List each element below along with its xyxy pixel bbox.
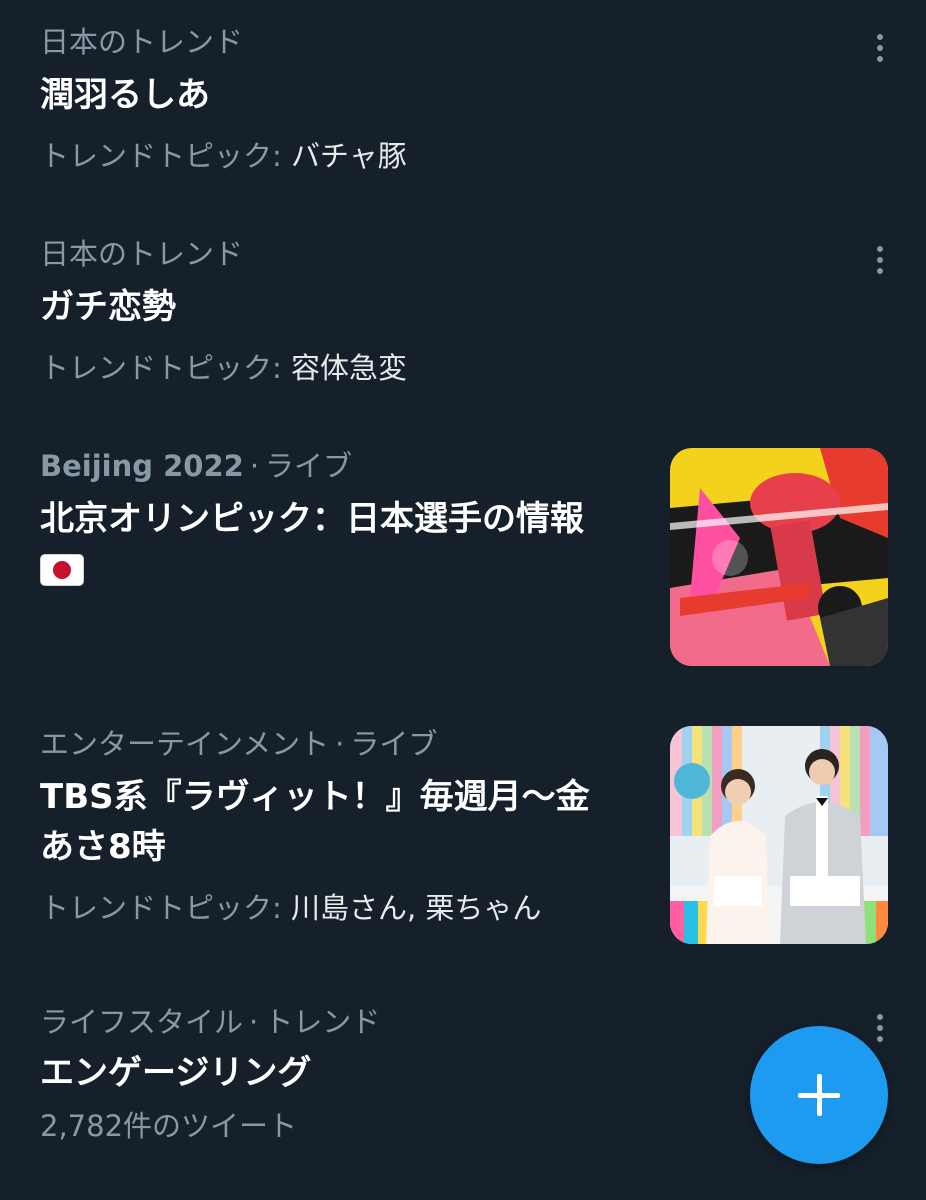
trend-title-line-2: あさ8時 [40, 827, 166, 867]
compose-tweet-button[interactable] [750, 1026, 888, 1164]
trend-category: Beijing 2022 [40, 449, 244, 483]
more-options-icon[interactable] [870, 240, 890, 280]
trend-title-line-1: TBS系『ラヴィット！』毎週月〜金 [40, 777, 590, 817]
japan-flag-icon [40, 554, 84, 586]
trend-item[interactable]: 日本のトレンド ガチ恋勢 トレンドトピック: 容体急変 [0, 214, 926, 414]
trend-category: 日本のトレンド [40, 237, 244, 271]
tweet-count: 2,782件のツイート [40, 1109, 298, 1143]
trend-title: TBS系『ラヴィット！』毎週月〜金 あさ8時 [40, 772, 650, 872]
trend-item-beijing-2022[interactable]: Beijing 2022 · ライブ 北京オリンピック：日本選手の情報 [0, 430, 926, 690]
tv-show-thumbnail-image[interactable] [670, 726, 888, 944]
trending-topic-line: トレンドトピック: バチャ豚 [40, 138, 407, 174]
explore-trends-feed: 日本のトレンド 潤羽るしあ トレンドトピック: バチャ豚 日本のトレンド ガチ恋… [0, 0, 926, 1200]
trending-topic-line: トレンドトピック: 川島さん, 栗ちゃん [40, 890, 541, 926]
trend-category: エンターテインメント [40, 727, 330, 761]
trend-category: ライフスタイル [40, 1005, 244, 1039]
trend-category: 日本のトレンド [40, 25, 244, 59]
more-options-icon[interactable] [870, 28, 890, 68]
live-status: ライブ [350, 727, 438, 761]
trend-title: 北京オリンピック：日本選手の情報 [40, 499, 584, 539]
trending-topic-value: 川島さん, 栗ちゃん [291, 891, 542, 925]
trend-category-line: ライフスタイル · トレンド [40, 1004, 380, 1040]
trending-topic-value: 容体急変 [291, 351, 408, 385]
trending-topic-line: トレンドトピック: 容体急変 [40, 350, 407, 386]
trend-category-line: エンターテインメント · ライブ [40, 726, 437, 762]
trend-item[interactable]: 日本のトレンド 潤羽るしあ トレンドトピック: バチャ豚 [0, 0, 926, 200]
trending-topic-label: トレンドトピック: [40, 891, 282, 925]
category-separator: · [249, 1005, 259, 1039]
trend-title: エンゲージリング [40, 1053, 312, 1093]
trending-topic-value: バチャ豚 [291, 139, 407, 173]
trend-title: 潤羽るしあ [40, 75, 210, 115]
trend-status: トレンド [264, 1005, 381, 1039]
trend-item-entertainment[interactable]: エンターテインメント · ライブ TBS系『ラヴィット！』毎週月〜金 あさ8時 トレ… [0, 710, 926, 960]
more-options-icon[interactable] [870, 1008, 890, 1048]
live-status: ライブ [265, 449, 353, 483]
trend-category-line: Beijing 2022 · ライブ [40, 448, 352, 484]
trending-topic-label: トレンドトピック: [40, 139, 282, 173]
category-separator: · [335, 727, 345, 761]
trend-title: ガチ恋勢 [40, 287, 176, 327]
category-separator: · [249, 449, 260, 483]
trending-topic-label: トレンドトピック: [40, 351, 282, 385]
olympics-thumbnail-image[interactable] [670, 448, 888, 666]
